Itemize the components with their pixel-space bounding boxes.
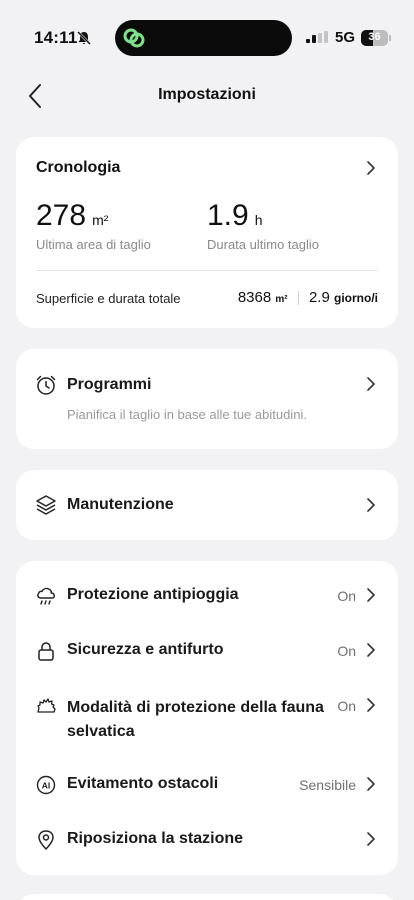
setting-label: Modalità di protezione della fauna selva…	[67, 696, 324, 744]
setting-label: Protezione antipioggia	[67, 586, 239, 603]
hedgehog-icon	[37, 698, 56, 713]
network-type: 5G	[335, 29, 356, 46]
schedule-subtitle: Pianifica il taglio in base alle tue abi…	[67, 407, 307, 422]
setting-relocate-station[interactable]: Riposiziona la stazione	[16, 820, 398, 860]
setting-label: Evitamento ostacoli	[67, 775, 219, 792]
layers-icon	[36, 495, 56, 515]
last-duration-stat: 1.9 h	[207, 199, 263, 233]
total-area-value: 8368	[237, 289, 272, 306]
location-pin-icon	[38, 830, 54, 850]
status-bar: 14:11 5G 36	[0, 0, 414, 70]
ai-circle-icon: AI	[36, 775, 56, 795]
bell-off-icon	[77, 31, 91, 45]
history-title: Cronologia	[36, 159, 121, 176]
setting-label-line1: Modalità di protezione della fauna	[67, 699, 324, 716]
total-days-unit: giorno/i	[334, 291, 378, 305]
setting-label: Riposiziona la stazione	[67, 830, 244, 847]
divider	[297, 291, 299, 306]
last-area-unit: m²	[92, 212, 109, 228]
chevron-right-icon	[367, 777, 375, 791]
battery-level: 36	[368, 31, 381, 43]
divider	[36, 270, 378, 271]
total-label: Superficie e durata totale	[36, 291, 181, 306]
last-area-label: Ultima area di taglio	[36, 237, 151, 252]
chevron-right-icon	[367, 832, 375, 846]
chevron-right-icon	[367, 643, 375, 657]
chevron-right-icon[interactable]	[366, 376, 376, 392]
schedule-card[interactable]: Programmi Pianifica il taglio in base al…	[16, 349, 398, 449]
signal-icon	[306, 31, 328, 43]
last-area-stat: 278 m²	[36, 199, 108, 233]
battery-indicator: 36	[361, 30, 391, 46]
setting-label-line2: selvatica	[67, 723, 135, 740]
setting-label: Sicurezza e antifurto	[67, 641, 224, 658]
total-values: 8368 m² 2.9 giorno/i	[238, 289, 378, 306]
setting-rain-protection[interactable]: Protezione antipioggia On	[16, 576, 398, 616]
chevron-right-icon[interactable]	[366, 497, 376, 513]
rain-cloud-icon	[37, 587, 56, 605]
setting-value: On	[337, 588, 356, 604]
settings-list-card: Protezione antipioggia On Sicurezza e an…	[16, 561, 398, 875]
app-logo-icon	[123, 28, 145, 48]
status-time: 14:11	[34, 28, 78, 47]
setting-value: Sensibile	[299, 777, 356, 793]
last-duration-value: 1.9	[207, 199, 249, 232]
history-card[interactable]: Cronologia 278 m² Ultima area di taglio 1…	[16, 137, 398, 328]
lock-icon	[38, 642, 54, 661]
chevron-right-icon	[367, 588, 375, 602]
setting-security[interactable]: Sicurezza e antifurto On	[16, 631, 398, 671]
maintenance-card[interactable]: Manutenzione	[16, 470, 398, 540]
setting-value: On	[337, 643, 356, 659]
setting-obstacle-avoidance[interactable]: AI Evitamento ostacoli Sensibile	[16, 765, 398, 805]
next-card	[16, 894, 398, 900]
chevron-right-icon	[367, 698, 375, 712]
maintenance-title: Manutenzione	[67, 496, 174, 513]
chevron-right-icon[interactable]	[366, 160, 376, 176]
last-area-value: 278	[36, 199, 87, 232]
alarm-clock-icon	[36, 375, 56, 395]
total-area-unit: m²	[275, 294, 288, 305]
schedule-title: Programmi	[67, 376, 152, 393]
last-duration-label: Durata ultimo taglio	[207, 237, 319, 252]
last-duration-unit: h	[254, 212, 263, 228]
svg-text:AI: AI	[42, 781, 51, 791]
page-title: Impostazioni	[158, 86, 256, 103]
setting-value: On	[337, 698, 356, 714]
total-days-value: 2.9	[308, 289, 330, 306]
setting-wildlife-protection[interactable]: Modalità di protezione della fauna selva…	[16, 686, 398, 746]
